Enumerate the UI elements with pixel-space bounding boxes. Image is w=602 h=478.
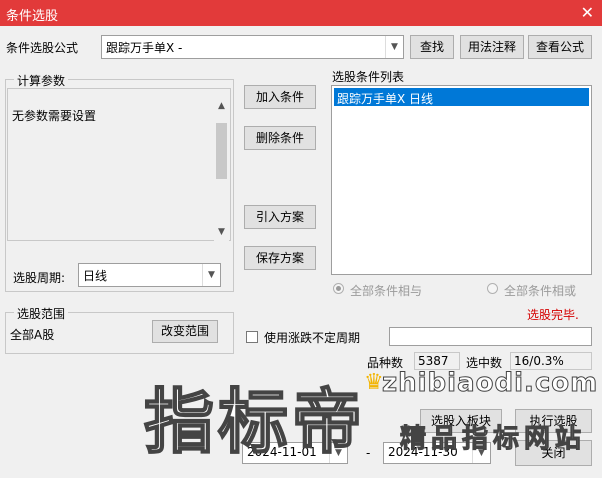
chevron-up-icon[interactable]: ▲ xyxy=(214,101,229,115)
crown-icon: ♛ xyxy=(364,370,384,395)
period-combo[interactable]: 日线 ▼ xyxy=(78,263,221,287)
radio-or-label: 全部条件相或 xyxy=(504,284,577,298)
params-scrollbar[interactable]: ▲ ▼ xyxy=(214,101,229,241)
params-message: 无参数需要设置 xyxy=(12,109,97,123)
select-into-block-button[interactable]: 选股入板块 xyxy=(420,409,502,433)
total-value: 5387 xyxy=(414,352,460,370)
formula-combo[interactable]: 跟踪万手单X - ▼ xyxy=(101,35,404,59)
dialog-body: 条件选股公式 跟踪万手单X - ▼ 查找 用法注释 查看公式 计算参数 无参数需… xyxy=(0,26,602,478)
usage-button[interactable]: 用法注释 xyxy=(460,35,524,59)
range-value: 全部A股 xyxy=(10,328,55,342)
window-title: 条件选股 xyxy=(6,9,59,24)
end-date-picker[interactable]: 2024-11-30 ▼ xyxy=(383,442,491,464)
view-formula-button[interactable]: 查看公式 xyxy=(528,35,592,59)
start-date-value: 2024-11-01 xyxy=(247,445,317,459)
params-group-title: 计算参数 xyxy=(14,72,69,89)
variable-period-label: 使用涨跌不定周期 xyxy=(264,331,361,345)
scroll-thumb[interactable] xyxy=(216,123,227,179)
save-plan-button[interactable]: 保存方案 xyxy=(244,246,316,270)
close-button[interactable]: 关闭 xyxy=(515,440,592,466)
params-group: 计算参数 无参数需要设置 ▲ ▼ 选股周期: 日线 ▼ xyxy=(5,72,234,292)
period-value: 日线 xyxy=(83,269,108,283)
title-bar: 条件选股 ✕ xyxy=(0,0,602,26)
formula-value: 跟踪万手单X - xyxy=(106,41,183,55)
import-plan-button[interactable]: 引入方案 xyxy=(244,205,316,229)
range-group-title: 选股范围 xyxy=(14,305,69,322)
close-icon[interactable]: ✕ xyxy=(581,3,594,22)
radio-and-label: 全部条件相与 xyxy=(350,284,423,298)
delete-condition-button[interactable]: 删除条件 xyxy=(244,126,316,150)
status-text: 选股完毕. xyxy=(527,308,579,322)
end-date-value: 2024-11-30 xyxy=(388,445,458,459)
condition-list-title: 选股条件列表 xyxy=(332,70,405,84)
selected-value: 16/0.3% xyxy=(510,352,592,370)
start-date-picker[interactable]: 2024-11-01 ▼ xyxy=(242,442,348,464)
radio-dot xyxy=(336,286,341,291)
params-panel: 无参数需要设置 ▲ ▼ xyxy=(7,88,231,241)
chevron-down-icon[interactable]: ▼ xyxy=(472,443,490,463)
chevron-down-icon[interactable]: ▼ xyxy=(385,36,403,58)
period-label: 选股周期: xyxy=(13,271,66,285)
add-condition-button[interactable]: 加入条件 xyxy=(244,85,316,109)
radio-or[interactable] xyxy=(487,283,498,294)
find-button[interactable]: 查找 xyxy=(410,35,454,59)
chevron-down-icon[interactable]: ▼ xyxy=(202,264,220,286)
change-range-button[interactable]: 改变范围 xyxy=(152,320,218,343)
formula-label: 条件选股公式 xyxy=(6,41,79,55)
variable-period-input[interactable] xyxy=(389,327,592,346)
run-select-button[interactable]: 执行选股 xyxy=(515,409,592,433)
total-label: 品种数 xyxy=(367,356,404,370)
date-separator: - xyxy=(366,446,371,460)
watermark-url: zhibiaodi.com xyxy=(381,368,599,399)
variable-period-checkbox[interactable] xyxy=(246,331,258,343)
chevron-down-icon[interactable]: ▼ xyxy=(329,443,347,463)
condition-list-item[interactable]: 跟踪万手单X 日线 xyxy=(334,88,589,106)
radio-and[interactable] xyxy=(333,283,344,294)
selected-label: 选中数 xyxy=(466,356,503,370)
condition-list[interactable]: 跟踪万手单X 日线 xyxy=(331,85,592,275)
chevron-down-icon[interactable]: ▼ xyxy=(214,227,229,241)
